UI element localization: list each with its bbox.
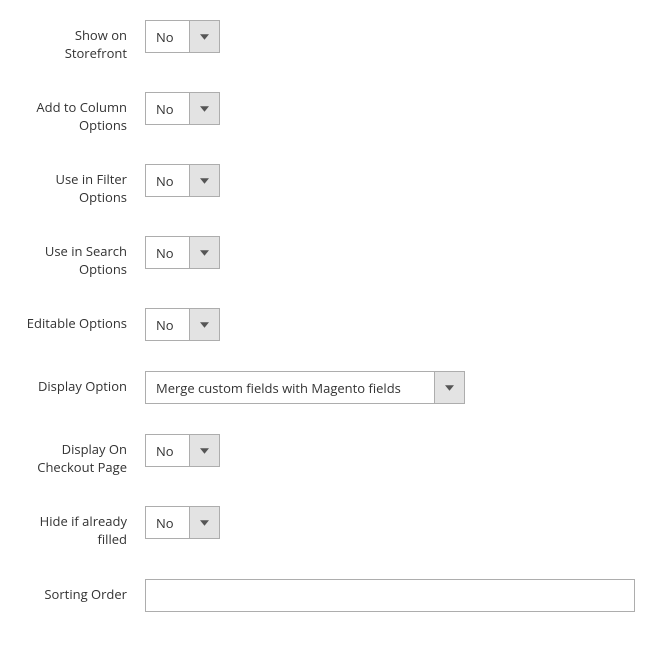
label-use-in-search: Use in Search Options bbox=[15, 236, 145, 278]
control-editable-options: No bbox=[145, 308, 637, 341]
select-use-in-search[interactable]: No bbox=[145, 236, 220, 269]
field-hide-if-filled: Hide if already filled No bbox=[15, 506, 637, 548]
select-display-option[interactable]: Merge custom fields with Magento fields bbox=[145, 371, 465, 404]
label-display-option: Display Option bbox=[15, 371, 145, 396]
chevron-down-icon bbox=[189, 435, 219, 466]
label-show-on-storefront: Show on Storefront bbox=[15, 20, 145, 62]
select-hide-if-filled[interactable]: No bbox=[145, 506, 220, 539]
select-value: No bbox=[146, 309, 189, 340]
input-sorting-order[interactable] bbox=[145, 579, 635, 612]
field-sorting-order: Sorting Order bbox=[15, 579, 637, 612]
select-value: Merge custom fields with Magento fields bbox=[146, 372, 434, 403]
select-add-to-column[interactable]: No bbox=[145, 92, 220, 125]
chevron-down-icon bbox=[189, 21, 219, 52]
chevron-down-icon bbox=[189, 237, 219, 268]
label-add-to-column: Add to Column Options bbox=[15, 92, 145, 134]
field-display-option: Display Option Merge custom fields with … bbox=[15, 371, 637, 404]
control-show-on-storefront: No bbox=[145, 20, 637, 53]
select-value: No bbox=[146, 93, 189, 124]
chevron-down-icon bbox=[434, 372, 464, 403]
label-sorting-order: Sorting Order bbox=[15, 579, 145, 604]
chevron-down-icon bbox=[189, 165, 219, 196]
control-use-in-search: No bbox=[145, 236, 637, 269]
select-value: No bbox=[146, 165, 189, 196]
control-display-on-checkout: No bbox=[145, 434, 637, 467]
label-use-in-filter: Use in Filter Options bbox=[15, 164, 145, 206]
label-hide-if-filled: Hide if already filled bbox=[15, 506, 145, 548]
field-display-on-checkout: Display On Checkout Page No bbox=[15, 434, 637, 476]
control-display-option: Merge custom fields with Magento fields bbox=[145, 371, 637, 404]
select-value: No bbox=[146, 435, 189, 466]
field-editable-options: Editable Options No bbox=[15, 308, 637, 341]
label-editable-options: Editable Options bbox=[15, 308, 145, 333]
control-sorting-order bbox=[145, 579, 637, 612]
control-use-in-filter: No bbox=[145, 164, 637, 197]
field-show-on-storefront: Show on Storefront No bbox=[15, 20, 637, 62]
select-value: No bbox=[146, 507, 189, 538]
field-use-in-filter: Use in Filter Options No bbox=[15, 164, 637, 206]
control-hide-if-filled: No bbox=[145, 506, 637, 539]
chevron-down-icon bbox=[189, 309, 219, 340]
select-display-on-checkout[interactable]: No bbox=[145, 434, 220, 467]
chevron-down-icon bbox=[189, 93, 219, 124]
select-use-in-filter[interactable]: No bbox=[145, 164, 220, 197]
field-add-to-column: Add to Column Options No bbox=[15, 92, 637, 134]
label-display-on-checkout: Display On Checkout Page bbox=[15, 434, 145, 476]
control-add-to-column: No bbox=[145, 92, 637, 125]
select-value: No bbox=[146, 237, 189, 268]
select-value: No bbox=[146, 21, 189, 52]
field-use-in-search: Use in Search Options No bbox=[15, 236, 637, 278]
select-editable-options[interactable]: No bbox=[145, 308, 220, 341]
select-show-on-storefront[interactable]: No bbox=[145, 20, 220, 53]
chevron-down-icon bbox=[189, 507, 219, 538]
